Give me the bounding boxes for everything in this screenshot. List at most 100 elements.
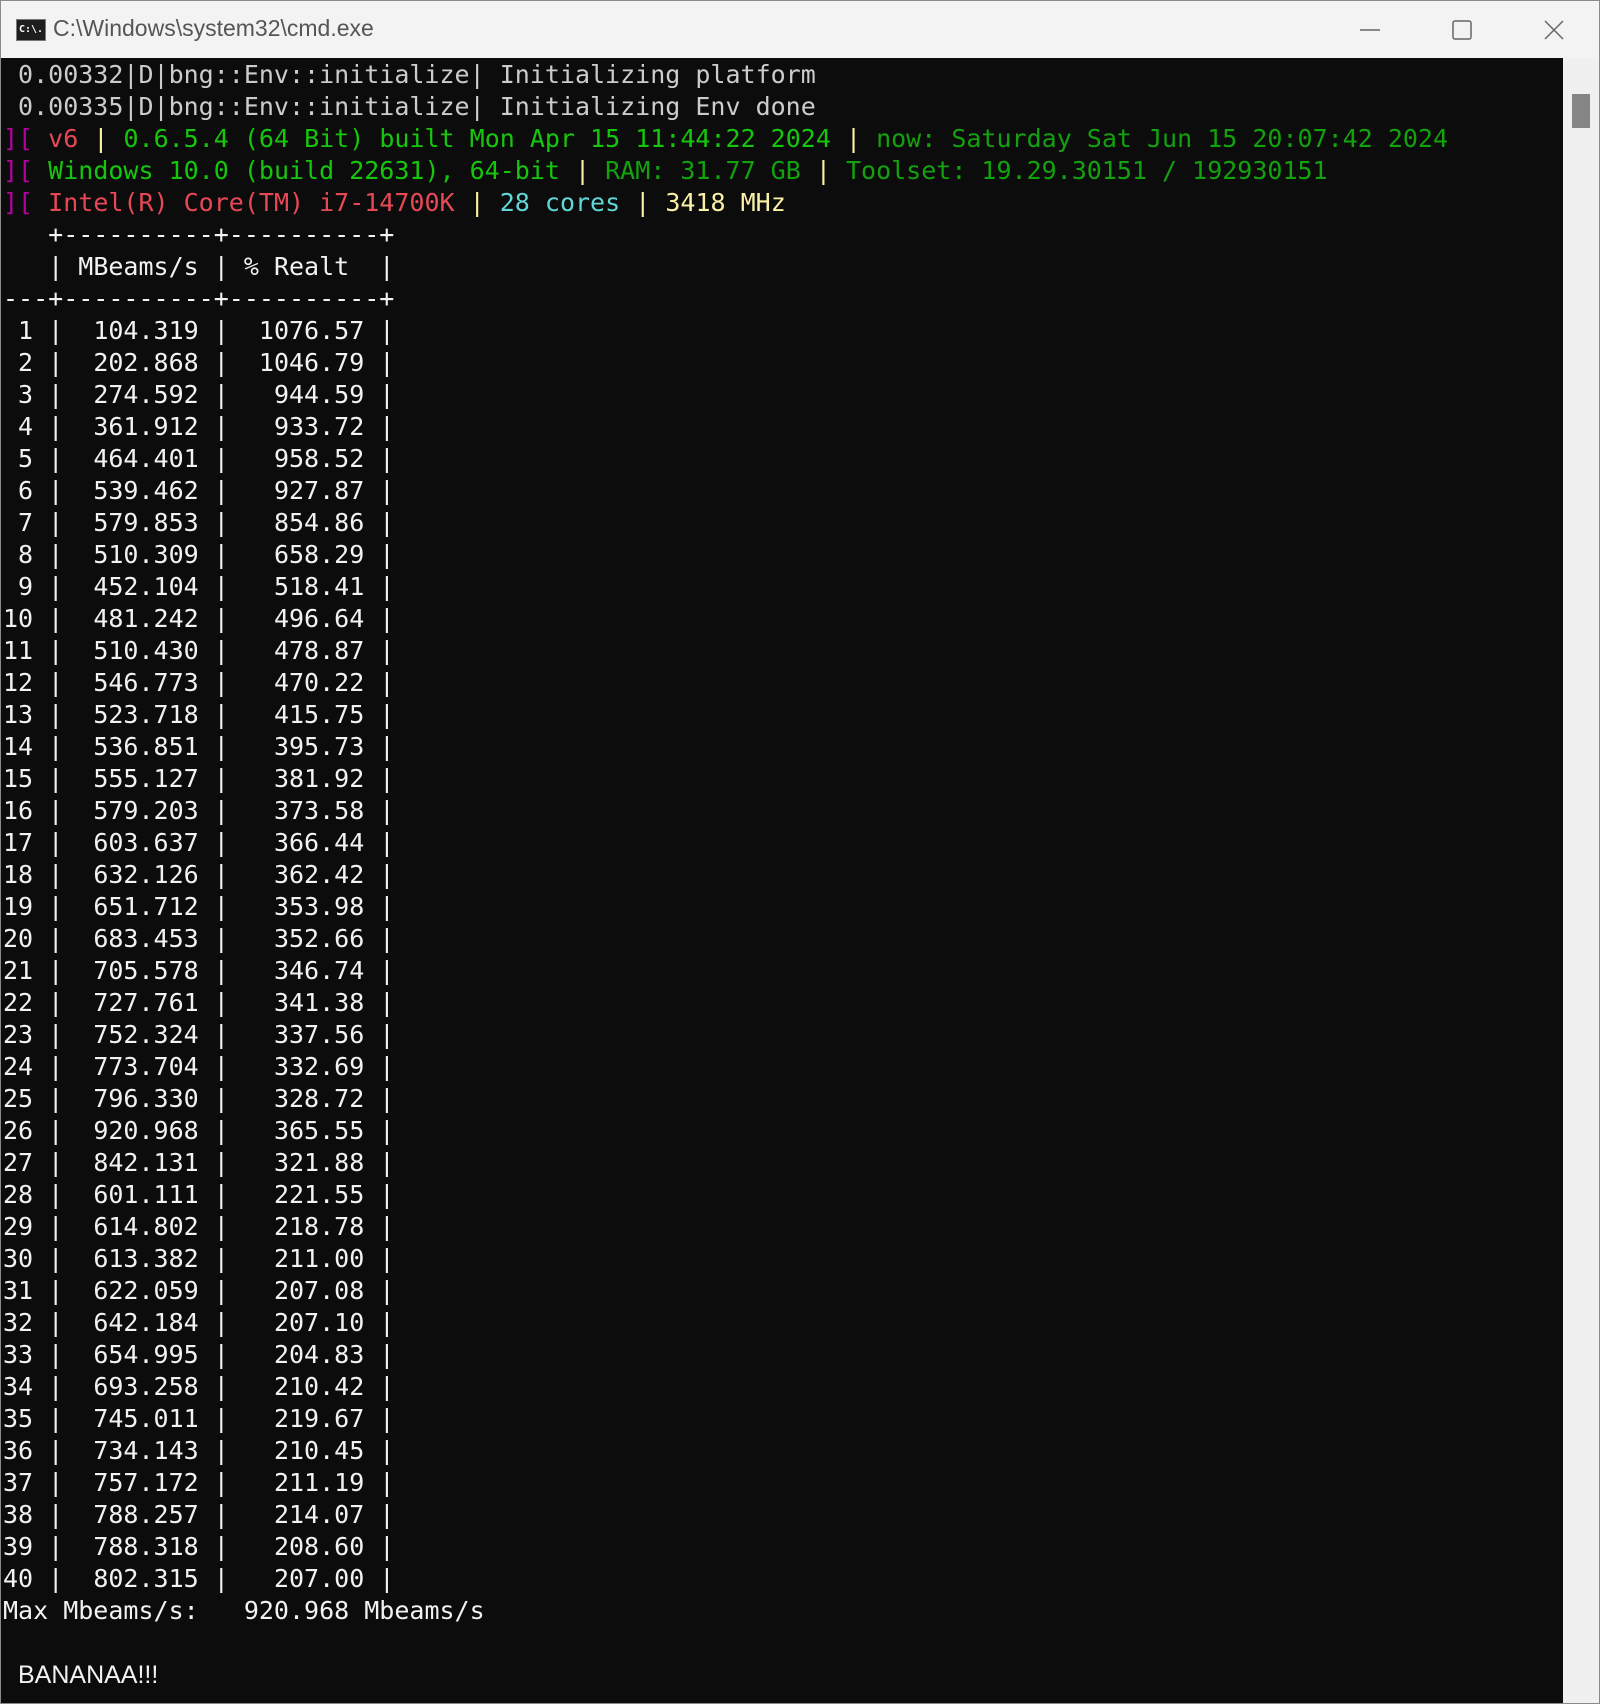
row-mbeams: 693.258 (78, 1372, 199, 1401)
toolset-info: Toolset: 19.29.30151 / 192930151 (845, 156, 1328, 185)
row-realtime: 208.60 (243, 1532, 365, 1561)
row-mbeams: 920.968 (78, 1116, 199, 1145)
row-index: 23 (3, 1020, 34, 1049)
row-index: 3 (3, 380, 34, 409)
now-time: now: Saturday Sat Jun 15 20:07:42 2024 (876, 124, 1449, 153)
table-row: 29 | 614.802 | 218.78 | (3, 1212, 395, 1241)
row-mbeams: 481.242 (78, 604, 199, 633)
row-realtime: 346.74 (243, 956, 365, 985)
row-mbeams: 361.912 (78, 412, 199, 441)
row-realtime: 352.66 (243, 924, 365, 953)
summary-value: 920.968 (243, 1596, 350, 1625)
row-realtime: 210.42 (243, 1372, 365, 1401)
row-index: 37 (3, 1468, 34, 1497)
row-realtime: 207.10 (243, 1308, 365, 1337)
table-row: 40 | 802.315 | 207.00 | (3, 1564, 395, 1593)
row-mbeams: 536.851 (78, 732, 199, 761)
separator: | (815, 156, 831, 185)
close-button[interactable] (1519, 11, 1589, 49)
row-mbeams: 788.318 (78, 1532, 199, 1561)
row-index: 15 (3, 764, 34, 793)
table-row: 35 | 745.011 | 219.67 | (3, 1404, 395, 1433)
table-row: 12 | 546.773 | 470.22 | (3, 668, 395, 697)
row-realtime: 207.08 (243, 1276, 365, 1305)
row-index: 20 (3, 924, 34, 953)
banner-text: BANANAA!!! (18, 1661, 159, 1689)
row-realtime: 415.75 (243, 700, 365, 729)
row-mbeams: 274.592 (78, 380, 199, 409)
row-index: 21 (3, 956, 34, 985)
row-index: 1 (3, 316, 34, 345)
row-mbeams: 579.203 (78, 796, 199, 825)
row-mbeams: 773.704 (78, 1052, 199, 1081)
row-realtime: 362.42 (243, 860, 365, 889)
cores-info: 28 cores (499, 188, 621, 217)
row-realtime: 210.45 (243, 1436, 365, 1465)
maximize-icon (1452, 20, 1472, 40)
table-row: 17 | 603.637 | 366.44 | (3, 828, 395, 857)
bracket: ][ (3, 156, 34, 185)
row-index: 18 (3, 860, 34, 889)
row-realtime: 927.87 (243, 476, 365, 505)
table-row: 25 | 796.330 | 328.72 | (3, 1084, 395, 1113)
row-realtime: 321.88 (243, 1148, 365, 1177)
row-mbeams: 622.059 (78, 1276, 199, 1305)
table-row: 22 | 727.761 | 341.38 | (3, 988, 395, 1017)
cmd-app-icon[interactable]: C:\. (16, 19, 46, 41)
row-index: 28 (3, 1180, 34, 1209)
row-index: 14 (3, 732, 34, 761)
row-index: 31 (3, 1276, 34, 1305)
row-realtime: 353.98 (243, 892, 365, 921)
row-index: 12 (3, 668, 34, 697)
row-index: 6 (3, 476, 34, 505)
table-row: 5 | 464.401 | 958.52 | (3, 444, 395, 473)
table-row: 15 | 555.127 | 381.92 | (3, 764, 395, 793)
row-index: 17 (3, 828, 34, 857)
vertical-scrollbar[interactable] (1563, 58, 1599, 1703)
row-index: 11 (3, 636, 34, 665)
ram-info: RAM: 31.77 GB (605, 156, 801, 185)
row-realtime: 933.72 (243, 412, 365, 441)
window-title: C:\Windows\system32\cmd.exe (53, 15, 374, 41)
title-bar[interactable]: C:\. C:\Windows\system32\cmd.exe (1, 1, 1599, 58)
separator: | (93, 124, 109, 153)
table-body: 1 | 104.319 | 1076.57 | 2 | 202.868 | 10… (3, 315, 1448, 1595)
row-realtime: 470.22 (243, 668, 365, 697)
table-top-border: +----------+----------+ (3, 220, 395, 249)
row-realtime: 221.55 (243, 1180, 365, 1209)
info-line-os: ][ Windows 10.0 (build 22631), 64-bit | … (3, 155, 1448, 187)
row-mbeams: 579.853 (78, 508, 199, 537)
row-realtime: 219.67 (243, 1404, 365, 1433)
table-row: 23 | 752.324 | 337.56 | (3, 1020, 395, 1049)
row-mbeams: 632.126 (78, 860, 199, 889)
cmd-window: C:\. C:\Windows\system32\cmd.exe 0.00332… (0, 0, 1600, 1704)
row-mbeams: 464.401 (78, 444, 199, 473)
table-row: 21 | 705.578 | 346.74 | (3, 956, 395, 985)
bracket: ][ (3, 124, 34, 153)
scrollbar-thumb[interactable] (1572, 94, 1590, 128)
row-realtime: 381.92 (243, 764, 365, 793)
header-mbeams: MBeams/s (78, 252, 199, 281)
table-row: 4 | 361.912 | 933.72 | (3, 412, 395, 441)
row-mbeams: 613.382 (78, 1244, 199, 1273)
console-output[interactable]: 0.00332|D|bng::Env::initialize| Initiali… (1, 58, 1563, 1703)
row-mbeams: 796.330 (78, 1084, 199, 1113)
table-row: 31 | 622.059 | 207.08 | (3, 1276, 395, 1305)
maximize-button[interactable] (1427, 11, 1497, 49)
cpu-info: Intel(R) Core(TM) i7-14700K (48, 188, 455, 217)
table-header: | MBeams/s | % Realt | (3, 252, 395, 281)
row-index: 30 (3, 1244, 34, 1273)
row-index: 40 (3, 1564, 34, 1593)
row-index: 19 (3, 892, 34, 921)
row-mbeams: 539.462 (78, 476, 199, 505)
minimize-button[interactable] (1335, 11, 1405, 49)
table-row: 6 | 539.462 | 927.87 | (3, 476, 395, 505)
row-index: 29 (3, 1212, 34, 1241)
row-mbeams: 802.315 (78, 1564, 199, 1593)
table-row: 3 | 274.592 | 944.59 | (3, 380, 395, 409)
row-index: 33 (3, 1340, 34, 1369)
row-realtime: 207.00 (243, 1564, 365, 1593)
row-realtime: 854.86 (243, 508, 365, 537)
row-index: 10 (3, 604, 34, 633)
